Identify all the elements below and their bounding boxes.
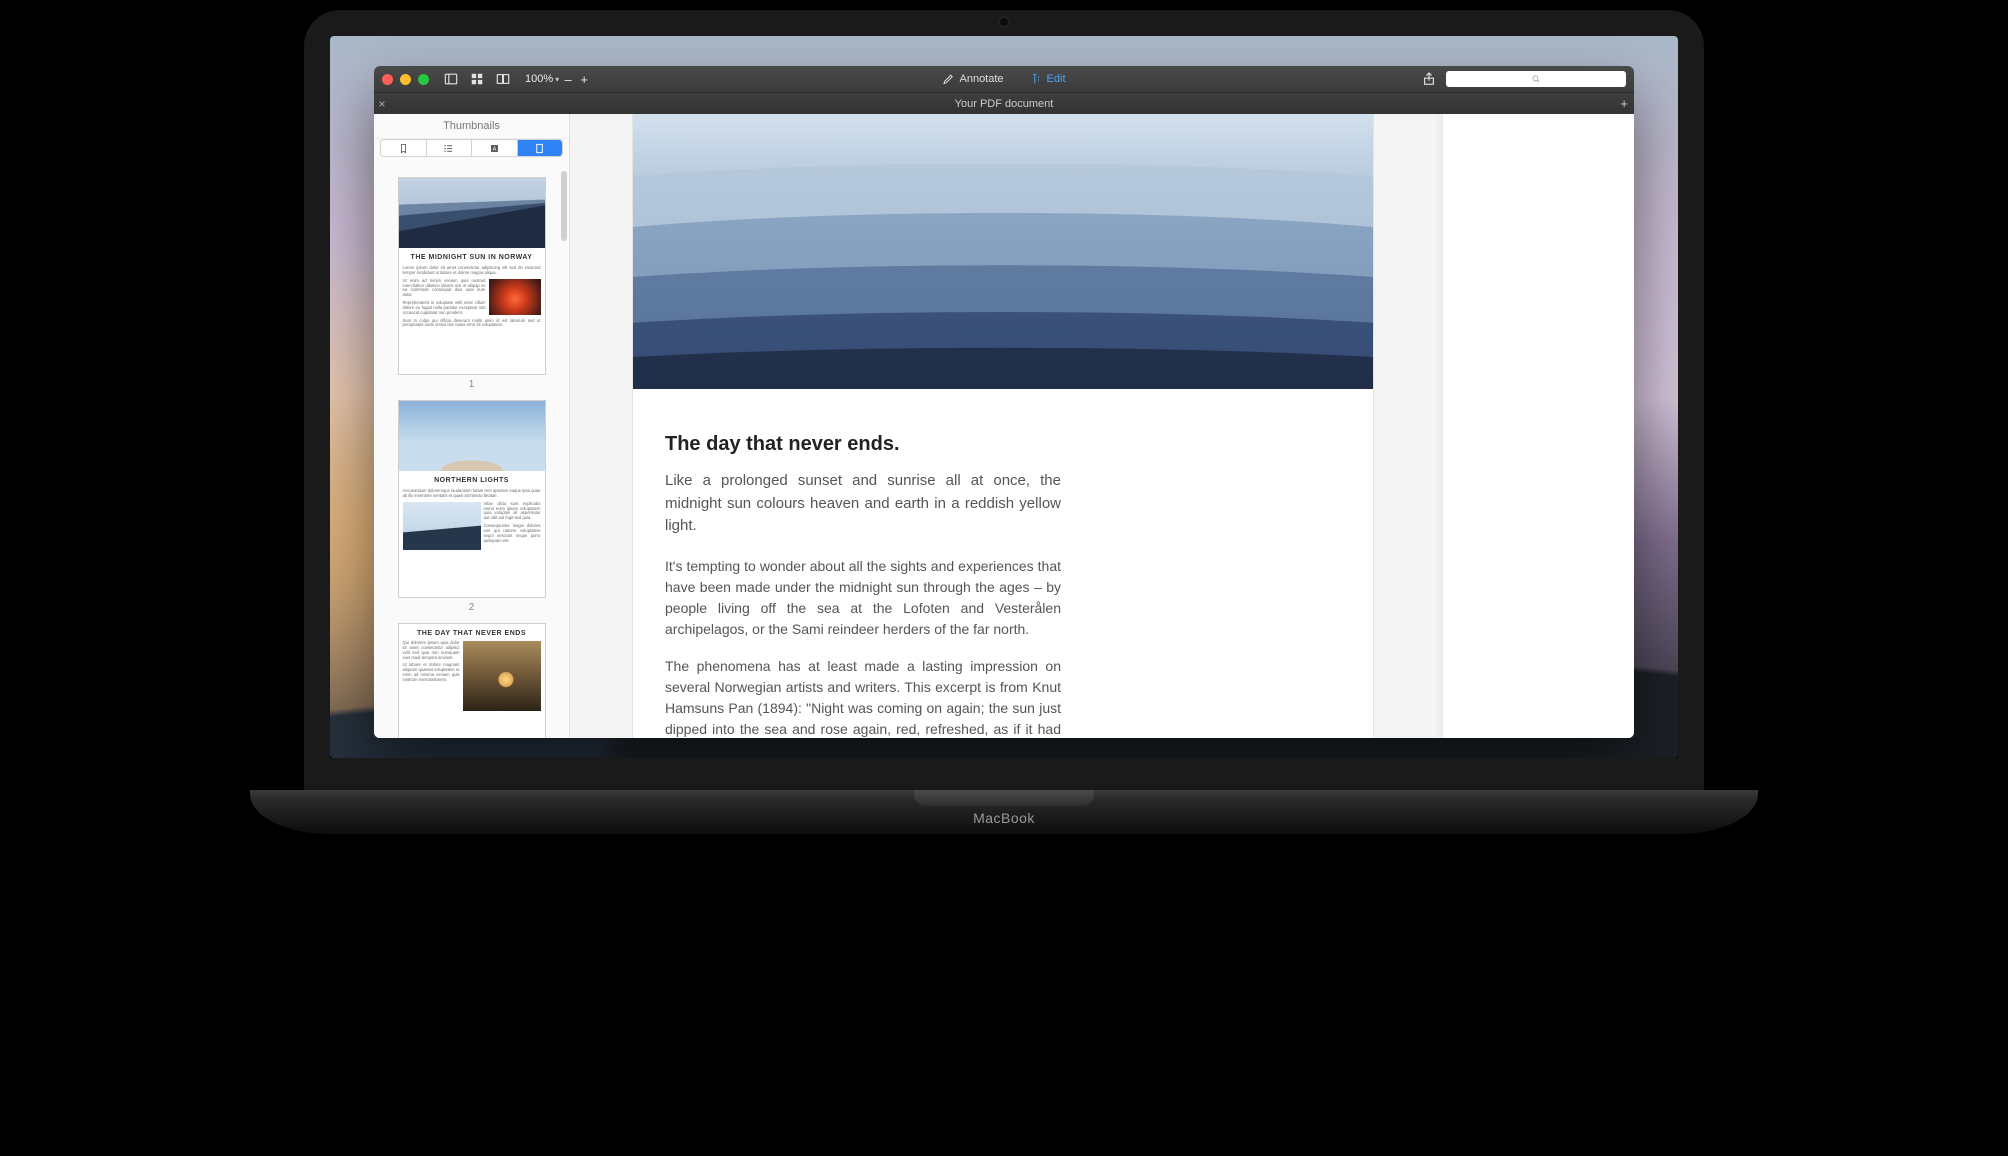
add-tab-button[interactable]: + xyxy=(1620,96,1628,111)
view-mode-group xyxy=(441,71,513,87)
edit-label: Edit xyxy=(1047,73,1066,85)
sidebar-toggle-icon[interactable] xyxy=(441,71,461,87)
main-pane: The day that never ends. Like a prolonge… xyxy=(570,114,1634,738)
annotate-button[interactable]: Annotate xyxy=(942,73,1003,85)
zoom-out-button[interactable]: – xyxy=(561,72,575,87)
svg-text:A: A xyxy=(492,146,496,152)
sidebar-tab-annotations[interactable]: A xyxy=(472,140,518,156)
traffic-lights xyxy=(382,74,429,85)
document-page[interactable]: The day that never ends. Like a prolonge… xyxy=(633,114,1373,738)
thumbnail-page-2[interactable]: NORTHERN LIGHTS Accusantium doloremque l… xyxy=(398,400,546,598)
thumb-inset-image xyxy=(463,641,541,711)
tab-bar: × Your PDF document + xyxy=(374,92,1634,114)
macbook-brand: MacBook xyxy=(973,810,1035,826)
sidebar: Thumbnails A xyxy=(374,114,570,738)
sidebar-tab-outline[interactable] xyxy=(427,140,473,156)
zoom-control[interactable]: 100% ▾ – + xyxy=(525,72,591,87)
sidebar-tab-thumbnails[interactable] xyxy=(518,140,563,156)
chevron-down-icon: ▾ xyxy=(555,75,559,84)
screen-bezel: 100% ▾ – + Annotate Edit xyxy=(304,10,1704,790)
sidebar-tabs: A xyxy=(380,139,563,157)
mode-buttons: Annotate Edit xyxy=(942,73,1065,85)
zoom-in-button[interactable]: + xyxy=(577,72,591,87)
app-window: 100% ▾ – + Annotate Edit xyxy=(374,66,1634,738)
edit-button[interactable]: Edit xyxy=(1030,73,1066,85)
tab-title[interactable]: Your PDF document xyxy=(955,98,1054,110)
document-paragraph[interactable]: It's tempting to wonder about all the si… xyxy=(665,556,1061,640)
screen: 100% ▾ – + Annotate Edit xyxy=(330,36,1678,758)
page-scroll-area[interactable]: The day that never ends. Like a prolonge… xyxy=(570,114,1436,738)
sidebar-tab-bookmarks[interactable] xyxy=(381,140,427,156)
sidebar-title: Thumbnails xyxy=(374,114,569,139)
thumb-inset-image xyxy=(403,502,481,550)
thumbnail-page-1[interactable]: THE MIDNIGHT SUN IN NORWAY Lorem ipsum d… xyxy=(398,177,546,375)
two-page-view-icon[interactable] xyxy=(493,71,513,87)
document-paragraph[interactable]: The phenomena has at least made a lastin… xyxy=(665,656,1061,739)
thumb-title: THE MIDNIGHT SUN IN NORWAY xyxy=(403,252,541,266)
grid-view-icon[interactable] xyxy=(467,71,487,87)
search-input[interactable] xyxy=(1446,71,1626,87)
thumb-hero-image xyxy=(399,178,545,248)
document-heading[interactable]: The day that never ends. xyxy=(665,433,1061,456)
close-window-button[interactable] xyxy=(382,74,393,85)
document-body[interactable]: The day that never ends. Like a prolonge… xyxy=(633,433,1093,738)
hero-image xyxy=(633,114,1373,389)
thumb-inset-image xyxy=(489,279,541,315)
thumb-number-1: 1 xyxy=(384,379,559,390)
sidebar-scrollbar[interactable] xyxy=(561,171,567,241)
zoom-window-button[interactable] xyxy=(418,74,429,85)
toolbar-right xyxy=(1422,71,1626,87)
share-button[interactable] xyxy=(1422,72,1436,86)
annotate-label: Annotate xyxy=(959,73,1003,85)
thumb-title: NORTHERN LIGHTS xyxy=(403,474,541,489)
zoom-value: 100% xyxy=(525,73,553,85)
inspector-panel xyxy=(1442,114,1634,738)
window-content: Thumbnails A xyxy=(374,114,1634,738)
toolbar: 100% ▾ – + Annotate Edit xyxy=(374,66,1634,92)
macbook-frame: 100% ▾ – + Annotate Edit xyxy=(304,10,1704,834)
thumbnail-page-3[interactable]: THE DAY THAT NEVER ENDS Qui dolorem ipsu… xyxy=(398,623,546,738)
thumb-hero-image xyxy=(399,401,545,471)
document-lead[interactable]: Like a prolonged sunset and sunrise all … xyxy=(665,470,1061,538)
minimize-window-button[interactable] xyxy=(400,74,411,85)
thumb-number-2: 2 xyxy=(384,602,559,613)
thumbnails-list[interactable]: THE MIDNIGHT SUN IN NORWAY Lorem ipsum d… xyxy=(374,165,569,738)
close-tab-button[interactable]: × xyxy=(374,97,390,111)
macbook-hinge: MacBook xyxy=(250,790,1758,834)
camera-icon xyxy=(1000,18,1008,26)
